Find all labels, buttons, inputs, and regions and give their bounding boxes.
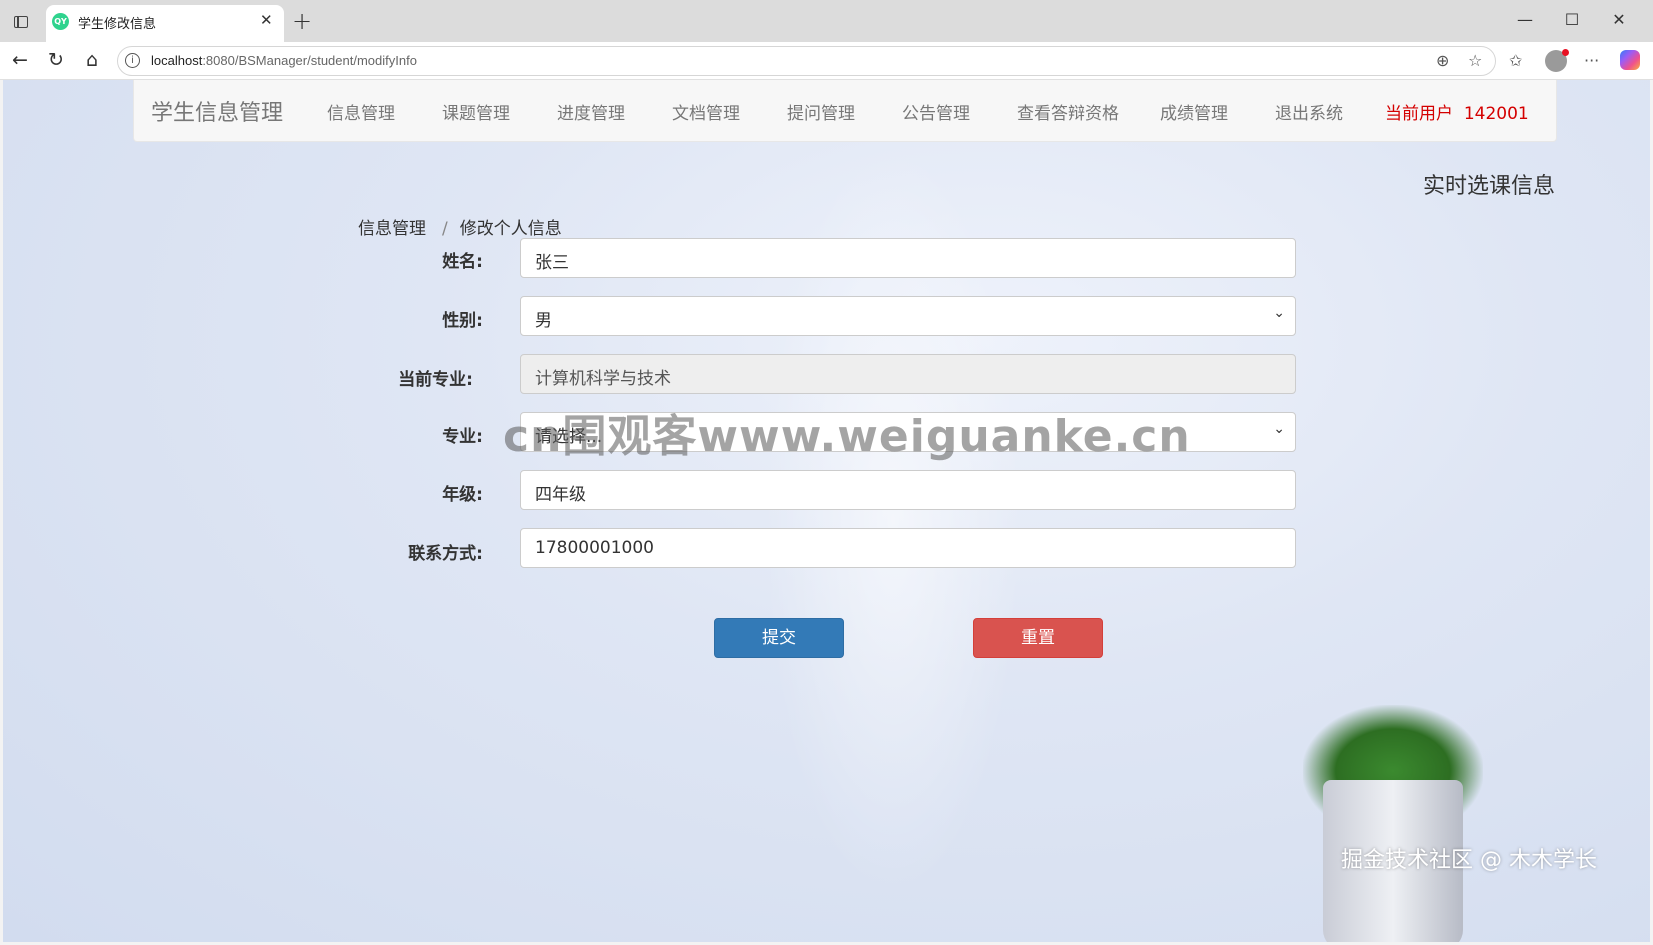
home-icon[interactable]: ⌂ — [80, 49, 104, 71]
current-user: 当前用户 142001 — [1385, 104, 1529, 124]
tab-actions-button[interactable] — [8, 9, 34, 35]
top-navbar: 学生信息管理 信息管理 课题管理 进度管理 文档管理 提问管理 公告管理 查看答… — [133, 80, 1557, 142]
current-major-field: 计算机科学与技术 — [520, 354, 1296, 394]
gender-label: 性别: — [442, 311, 483, 331]
nav-item-info[interactable]: 信息管理 — [327, 99, 395, 124]
course-selection-title: 实时选课信息 — [1423, 174, 1556, 199]
navbar-brand[interactable]: 学生信息管理 — [151, 95, 283, 127]
major-label: 专业: — [442, 427, 483, 447]
contact-label: 联系方式: — [408, 544, 483, 564]
nav-item-questions[interactable]: 提问管理 — [787, 99, 855, 124]
site-info-icon[interactable]: i — [125, 53, 140, 68]
chevron-down-icon: ⌄ — [1273, 305, 1285, 321]
close-window-icon[interactable]: ✕ — [1609, 10, 1629, 29]
reset-button[interactable]: 重置 — [973, 618, 1103, 658]
minimize-icon[interactable]: — — [1515, 10, 1535, 29]
new-tab-icon[interactable]: + — [292, 7, 312, 35]
favorite-star-icon[interactable]: ☆ — [1468, 51, 1482, 70]
breadcrumb-parent[interactable]: 信息管理 — [358, 219, 426, 239]
url-text[interactable]: localhost:8080/BSManager/student/modifyI… — [151, 53, 417, 68]
chevron-down-icon: ⌄ — [1273, 421, 1285, 437]
back-icon[interactable]: ← — [8, 49, 32, 71]
name-label: 姓名: — [442, 252, 483, 272]
gender-select[interactable]: 男 ⌄ — [520, 296, 1296, 336]
nav-item-logout[interactable]: 退出系统 — [1275, 99, 1343, 124]
breadcrumb-separator: / — [442, 219, 448, 239]
sidebar-icon — [14, 16, 28, 28]
name-input[interactable]: 张三 — [520, 238, 1296, 278]
current-major-label: 当前专业: — [398, 370, 473, 390]
contact-input[interactable]: 17800001000 — [520, 528, 1296, 568]
grade-label: 年级: — [442, 485, 483, 505]
page-viewport: 学生信息管理 信息管理 课题管理 进度管理 文档管理 提问管理 公告管理 查看答… — [3, 80, 1650, 942]
favicon-icon: QY — [52, 13, 69, 30]
favorites-icon[interactable]: ✩ — [1509, 51, 1522, 70]
submit-button[interactable]: 提交 — [714, 618, 844, 658]
more-menu-icon[interactable]: ··· — [1584, 51, 1599, 70]
breadcrumb: 信息管理 / 修改个人信息 — [358, 214, 562, 239]
grade-input[interactable]: 四年级 — [520, 470, 1296, 510]
credit-watermark: 掘金技术社区 @ 木木学长 — [1341, 848, 1597, 873]
site-watermark: cn围观客www.weiguanke.cn — [503, 411, 1191, 462]
close-tab-icon[interactable]: ✕ — [260, 11, 273, 29]
refresh-icon[interactable]: ↻ — [44, 49, 68, 71]
nav-item-grades[interactable]: 成绩管理 — [1160, 99, 1228, 124]
zoom-icon[interactable]: ⊕ — [1436, 51, 1449, 70]
tab-title: 学生修改信息 — [78, 17, 157, 32]
copilot-icon[interactable] — [1620, 50, 1640, 70]
maximize-icon[interactable]: ☐ — [1562, 10, 1582, 29]
nav-item-defense-eligibility[interactable]: 查看答辩资格 — [1017, 99, 1119, 124]
nav-item-announcements[interactable]: 公告管理 — [902, 99, 970, 124]
nav-item-progress[interactable]: 进度管理 — [557, 99, 625, 124]
nav-item-documents[interactable]: 文档管理 — [672, 99, 740, 124]
breadcrumb-current: 修改个人信息 — [459, 219, 562, 239]
notification-dot — [1562, 49, 1569, 56]
nav-item-topics[interactable]: 课题管理 — [442, 99, 510, 124]
